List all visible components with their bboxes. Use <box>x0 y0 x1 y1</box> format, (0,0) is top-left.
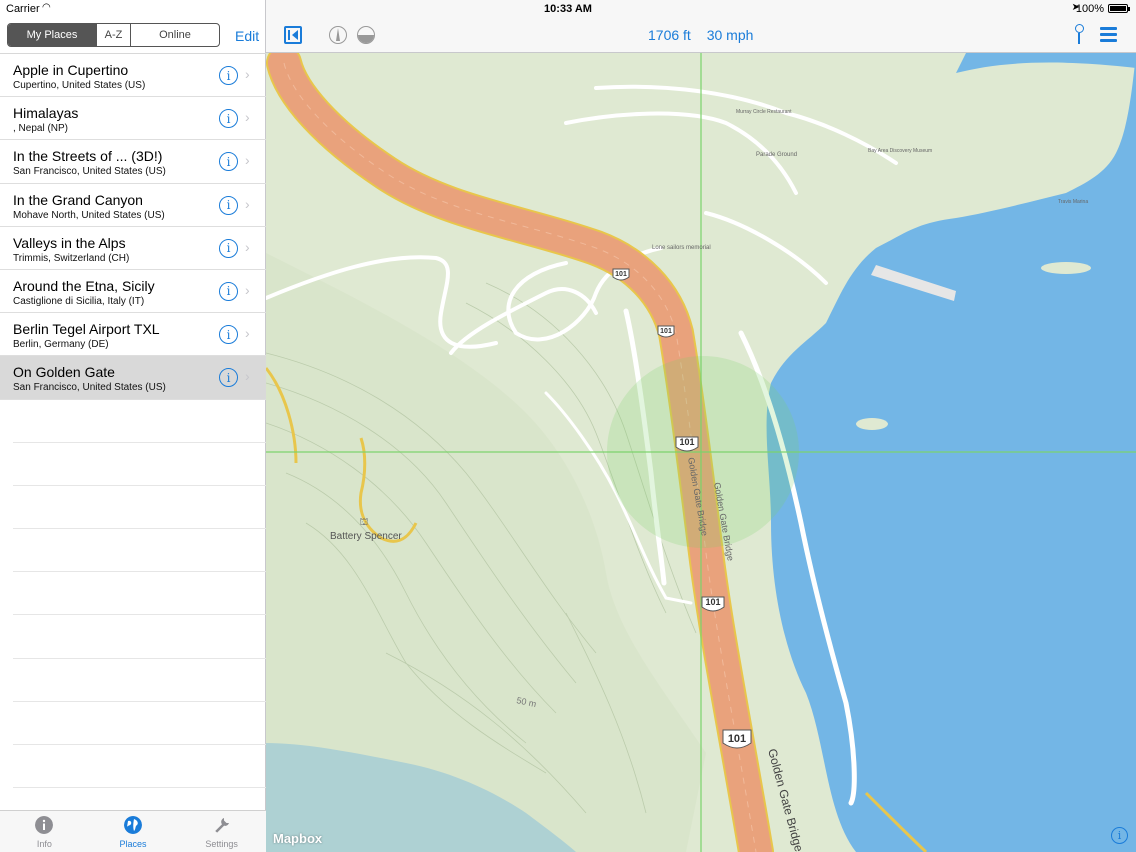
info-icon[interactable]: i <box>219 325 238 345</box>
empty-row <box>13 529 266 573</box>
tab-places[interactable]: Places <box>89 811 178 852</box>
tab-label: Info <box>36 839 52 849</box>
chevron-right-icon: › <box>245 152 250 169</box>
tab-bar: Info Places Settings <box>0 810 266 852</box>
edit-button[interactable]: Edit <box>235 28 259 44</box>
segment-a-z[interactable]: A-Z <box>97 24 131 46</box>
compass-icon[interactable] <box>329 26 347 44</box>
chevron-right-icon: › <box>245 325 250 342</box>
place-title: Apple in Cupertino <box>13 62 129 78</box>
tab-info[interactable]: Info <box>0 811 89 852</box>
info-icon[interactable]: i <box>219 281 238 301</box>
empty-row <box>13 659 266 702</box>
monument-icon: ⛫ <box>359 517 368 528</box>
place-subtitle: San Francisco, United States (US) <box>13 166 166 178</box>
poi-murray-circle: Murray Circle Restaurant <box>736 109 792 115</box>
chevron-right-icon: › <box>245 368 250 385</box>
info-icon[interactable]: i <box>219 66 238 85</box>
route-label: 101 <box>615 271 627 278</box>
place-title: Valleys in the Alps <box>13 234 126 251</box>
map-view[interactable]: 101 101 101 101 101 Battery Spencer ⛫ Go… <box>266 53 1136 852</box>
tab-label: Settings <box>205 839 238 849</box>
place-title: In the Grand Canyon <box>13 191 143 208</box>
empty-row <box>13 486 266 530</box>
mapbox-attribution[interactable]: Mapbox <box>273 831 322 846</box>
place-subtitle: Mohave North, United States (US) <box>13 209 165 221</box>
place-subtitle: , Nepal (NP) <box>13 123 69 135</box>
tilt-icon[interactable] <box>357 26 375 44</box>
place-subtitle: Castiglione di Sicilia, Italy (IT) <box>13 295 145 307</box>
route-shield-icon: 101 <box>612 268 630 281</box>
map-info-icon[interactable]: i <box>1111 827 1128 844</box>
clock: 10:33 AM <box>544 3 592 15</box>
map-canvas: 101 101 101 101 101 Battery Spencer ⛫ Go… <box>266 53 1136 852</box>
collapse-sidebar-icon[interactable] <box>284 26 302 44</box>
chevron-right-icon: › <box>245 195 250 212</box>
empty-row <box>13 400 266 443</box>
places-list: Apple in Cupertino Cupertino, United Sta… <box>0 53 266 789</box>
route-shield-icon: 101 <box>657 325 675 338</box>
chevron-right-icon: › <box>245 238 250 255</box>
empty-row <box>13 702 266 745</box>
info-icon <box>35 816 54 834</box>
info-icon[interactable]: i <box>219 109 238 129</box>
poi-travis-marina: Travis Marina <box>1058 199 1088 205</box>
info-icon[interactable]: i <box>219 152 238 172</box>
list-item[interactable]: Around the Etna, Sicily Castiglione di S… <box>0 270 266 314</box>
segment-online[interactable]: Online <box>131 24 219 46</box>
place-title: Berlin Tegel Airport TXL <box>13 321 160 338</box>
chevron-right-icon: › <box>245 109 250 126</box>
battery-spencer-label: Battery Spencer <box>330 531 402 542</box>
empty-row <box>13 745 266 789</box>
empty-row <box>13 615 266 659</box>
place-subtitle: Trimmis, Switzerland (CH) <box>13 252 130 264</box>
info-icon[interactable]: i <box>219 195 238 215</box>
altitude-value: 1706 ft <box>648 27 691 43</box>
list-item[interactable]: Apple in Cupertino Cupertino, United Sta… <box>0 54 266 98</box>
chevron-right-icon: › <box>245 66 250 82</box>
tab-settings[interactable]: Settings <box>177 811 266 852</box>
battery-icon <box>1108 4 1130 13</box>
places-segmented-control: My Places A-Z Online <box>7 23 220 47</box>
place-subtitle: Berlin, Germany (DE) <box>13 339 109 351</box>
list-item[interactable]: Himalayas , Nepal (NP) i › <box>0 97 266 141</box>
place-subtitle: Cupertino, United States (US) <box>13 80 146 91</box>
chevron-right-icon: › <box>245 281 250 298</box>
empty-row <box>13 443 266 486</box>
info-icon[interactable]: i <box>219 368 238 388</box>
speed-value: 30 mph <box>706 27 754 43</box>
route-label: 101 <box>660 328 672 335</box>
route-label: 101 <box>705 597 720 607</box>
places-sidebar: My Places A-Z Online Edit Apple in Cuper… <box>0 0 266 852</box>
segment-my-places[interactable]: My Places <box>8 24 97 46</box>
route-label: 101 <box>679 437 694 447</box>
place-subtitle: San Francisco, United States (US) <box>13 382 166 394</box>
altitude-speed-readout: 1706 ft 30 mph <box>648 27 765 43</box>
route-shield-icon: 101 <box>701 596 725 612</box>
route-shield-icon: 101 <box>675 436 699 452</box>
poi-parade-ground: Parade Ground <box>756 152 797 158</box>
place-title: On Golden Gate <box>13 364 115 381</box>
list-item[interactable]: Valleys in the Alps Trimmis, Switzerland… <box>0 227 266 270</box>
route-label: 101 <box>728 733 746 745</box>
pin-icon[interactable] <box>1074 24 1084 44</box>
tab-label: Places <box>119 839 147 849</box>
poi-museum: Bay Area Discovery Museum <box>868 148 932 154</box>
place-title: Around the Etna, Sicily <box>13 277 155 294</box>
place-title: Himalayas <box>13 105 79 122</box>
status-bar: Carrier ◠ 10:33 AM ➤ 100% <box>0 0 1136 18</box>
route-shield-icon: 101 <box>722 729 752 749</box>
wrench-icon <box>214 818 229 834</box>
battery-percent: 100% <box>1075 3 1104 15</box>
list-item[interactable]: In the Streets of ... (3D!) San Francisc… <box>0 140 266 184</box>
empty-row <box>13 572 266 616</box>
poi-lone-sailors: Lone sailors memorial <box>652 245 711 251</box>
menu-icon[interactable] <box>1100 27 1117 42</box>
list-item[interactable]: Berlin Tegel Airport TXL Berlin, Germany… <box>0 313 266 357</box>
globe-icon <box>124 816 142 834</box>
info-icon[interactable]: i <box>219 238 238 258</box>
place-title: In the Streets of ... (3D!) <box>13 148 163 165</box>
list-item-selected[interactable]: On Golden Gate San Francisco, United Sta… <box>0 356 266 400</box>
list-item[interactable]: In the Grand Canyon Mohave North, United… <box>0 184 266 227</box>
